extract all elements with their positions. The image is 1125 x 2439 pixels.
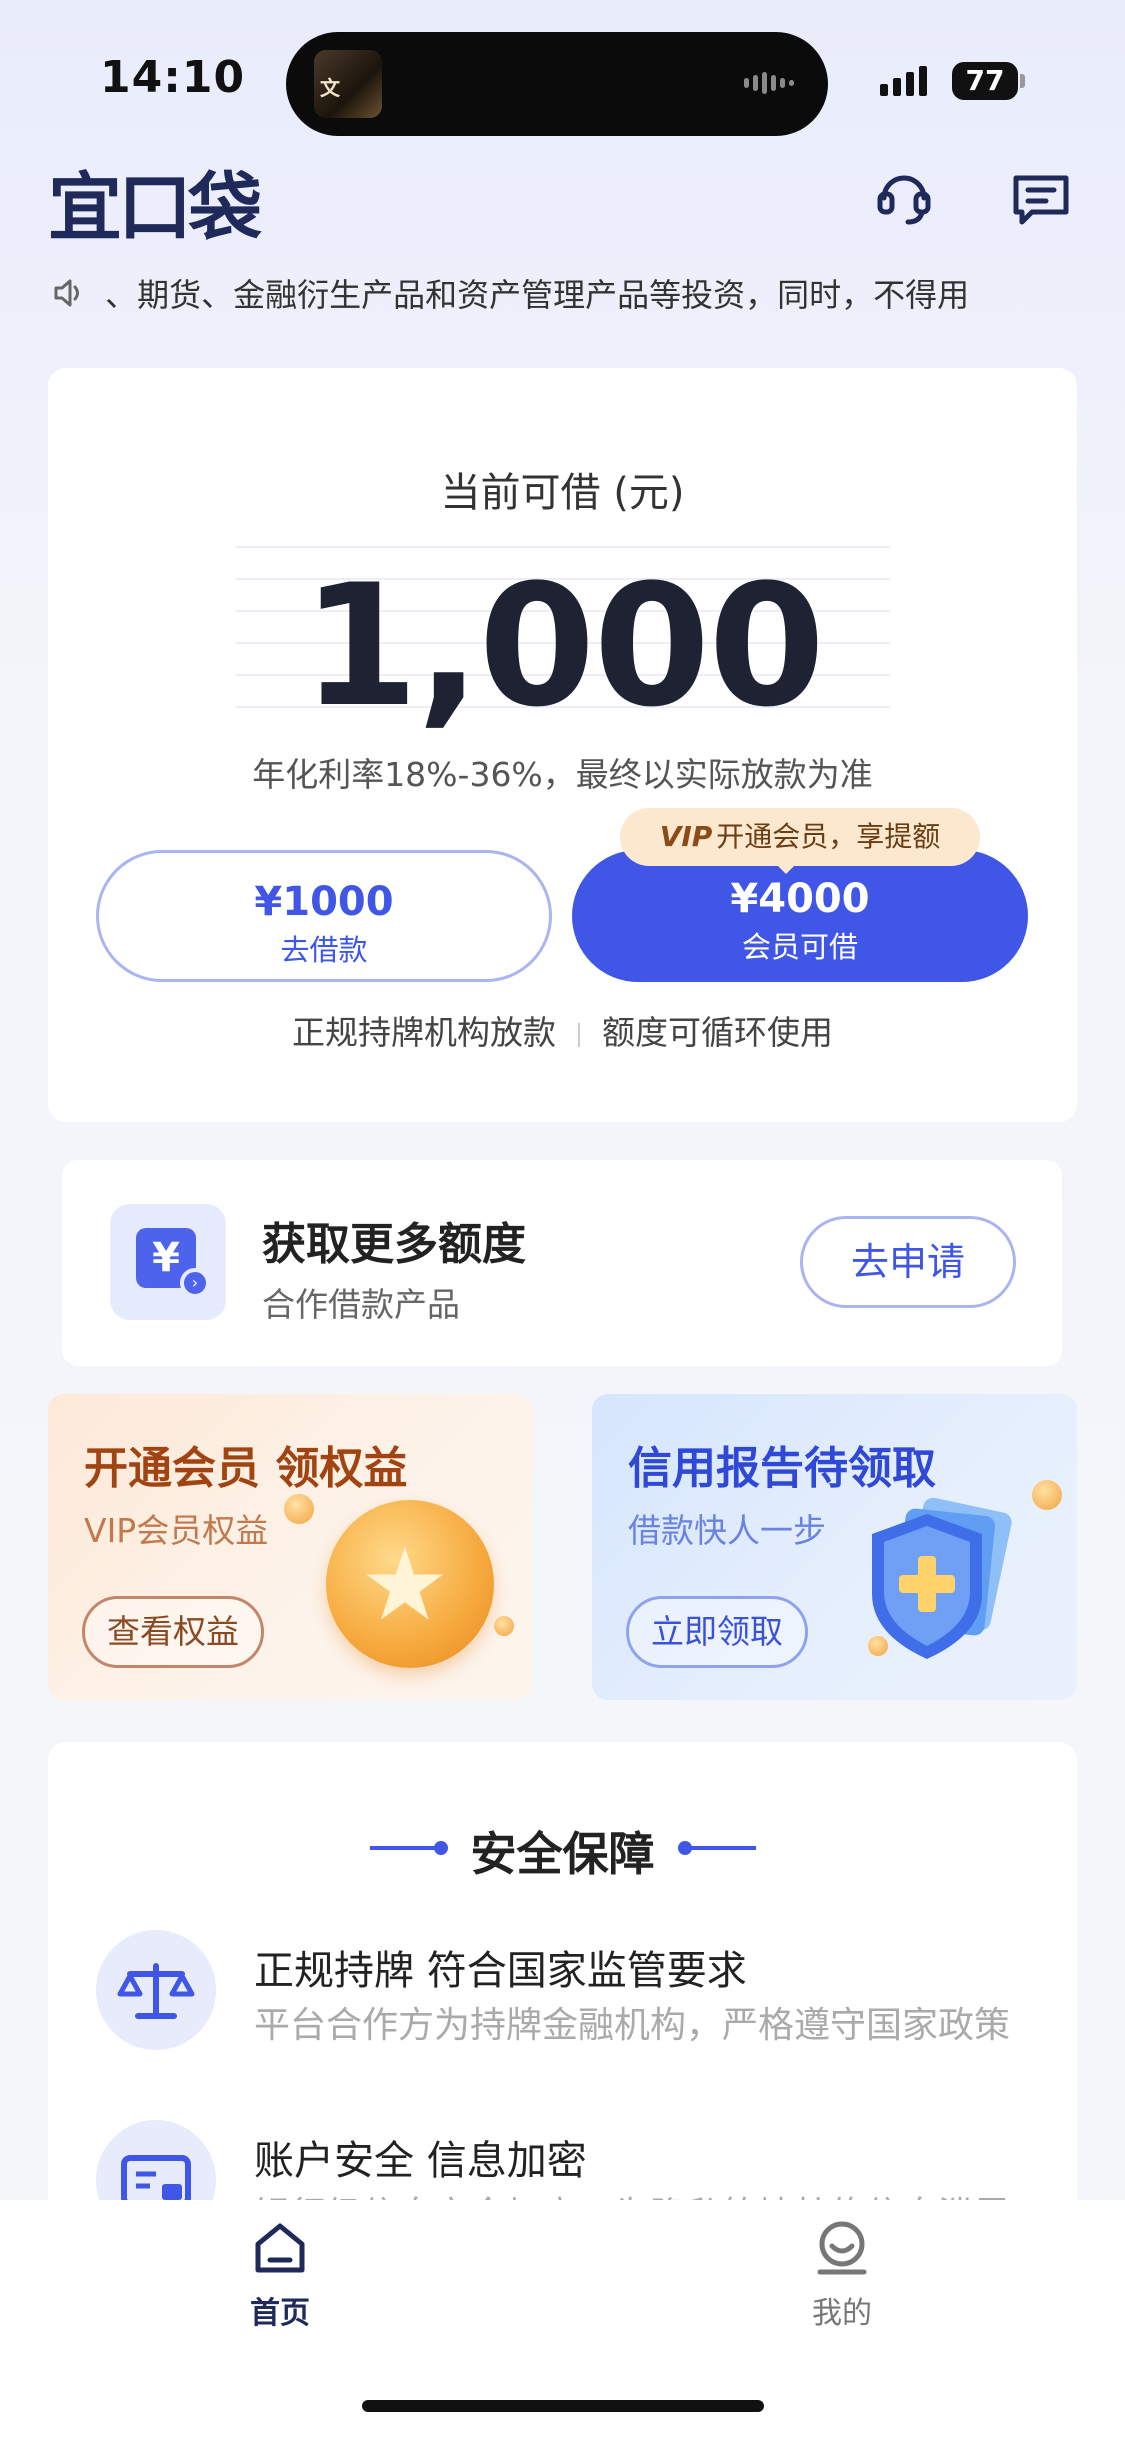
dynamic-island: 文	[286, 32, 828, 136]
tab-home-label: 首页	[250, 2296, 310, 2331]
vip-promo-title: 开通会员 领权益	[84, 1443, 408, 1494]
status-time: 14:10	[100, 52, 246, 103]
more-credit-title: 获取更多额度	[262, 1219, 526, 1270]
credit-report-card[interactable]: 信用报告待领取 借款快人一步 立即领取	[592, 1394, 1077, 1700]
claim-now-button[interactable]: 立即领取	[626, 1596, 808, 1668]
signal-icon	[880, 66, 927, 96]
speaker-icon	[54, 279, 79, 307]
feature-line: 正规持牌机构放款 额度可循环使用	[0, 1006, 1125, 1054]
vip-tag-pointer	[774, 862, 798, 874]
audio-wave-icon	[744, 72, 794, 94]
message-icon[interactable]	[1010, 172, 1072, 228]
vip-amount: ¥4000	[730, 876, 870, 922]
vip-tag[interactable]: VIP 开通会员，享提额	[620, 808, 980, 866]
view-benefits-button[interactable]: 查看权益	[82, 1596, 264, 1668]
security-item-title: 正规持牌 符合国家监管要求	[254, 1948, 747, 1994]
credit-promo-subtitle: 借款快人一步	[628, 1511, 826, 1550]
tab-me[interactable]: 我的	[792, 2218, 892, 2332]
vip-tag-text: 开通会员，享提额	[716, 820, 941, 853]
vip-promo-card[interactable]: 开通会员 领权益 VIP会员权益 查看权益 ★	[48, 1394, 532, 1700]
tab-me-label: 我的	[812, 2296, 872, 2331]
available-amount: 1,000	[301, 548, 825, 744]
now-playing-thumbnail: 文	[314, 50, 382, 118]
security-item-title: 账户安全 信息加密	[254, 2138, 587, 2184]
battery-tip	[1020, 74, 1025, 88]
app-logo: 宜口袋	[48, 165, 262, 251]
borrow-label: 去借款	[280, 933, 368, 967]
rate-note: 年化利率18%-36%，最终以实际放款为准	[252, 755, 873, 794]
vip-badge: VIP	[659, 820, 713, 853]
title-decoration-right	[684, 1846, 756, 1850]
battery-icon: 77	[952, 62, 1018, 100]
security-title: 安全保障	[470, 1827, 655, 1881]
available-label: 当前可借 (元)	[440, 470, 685, 516]
yuan-coin-icon: ¥ ›	[110, 1204, 226, 1320]
home-icon	[255, 2223, 305, 2273]
customer-service-icon[interactable]	[874, 166, 934, 226]
small-coin-icon	[1032, 1480, 1062, 1510]
borrow-button[interactable]: ¥1000 去借款	[96, 850, 552, 982]
small-coin-icon	[494, 1616, 514, 1636]
feature-licensed: 正规持牌机构放款	[292, 1013, 556, 1052]
tab-home[interactable]: 首页	[230, 2218, 330, 2332]
home-indicator[interactable]	[362, 2400, 764, 2412]
apply-button[interactable]: 去申请	[800, 1216, 1016, 1308]
borrow-amount: ¥1000	[254, 879, 394, 925]
star-coin-icon: ★	[326, 1500, 494, 1668]
notice-bar: 、期货、金融衍生产品和资产管理产品等投资，同时，不得用	[52, 270, 1072, 320]
vip-promo-subtitle: VIP会员权益	[84, 1511, 269, 1550]
notice-text: 、期货、金融衍生产品和资产管理产品等投资，同时，不得用	[105, 276, 970, 314]
more-credit-subtitle: 合作借款产品	[262, 1285, 460, 1324]
small-coin-icon	[868, 1636, 888, 1656]
profile-icon	[817, 2221, 867, 2275]
vip-borrow-button[interactable]: ¥4000 会员可借	[572, 850, 1028, 982]
feature-divider	[578, 1022, 580, 1047]
security-item-subtitle: 平台合作方为持牌金融机构，严格遵守国家政策	[254, 2005, 1011, 2046]
feature-revolving: 额度可循环使用	[602, 1013, 833, 1052]
vip-label: 会员可借	[741, 930, 858, 964]
balance-scale-icon	[96, 1930, 216, 2050]
small-coin-icon	[284, 1494, 314, 1524]
